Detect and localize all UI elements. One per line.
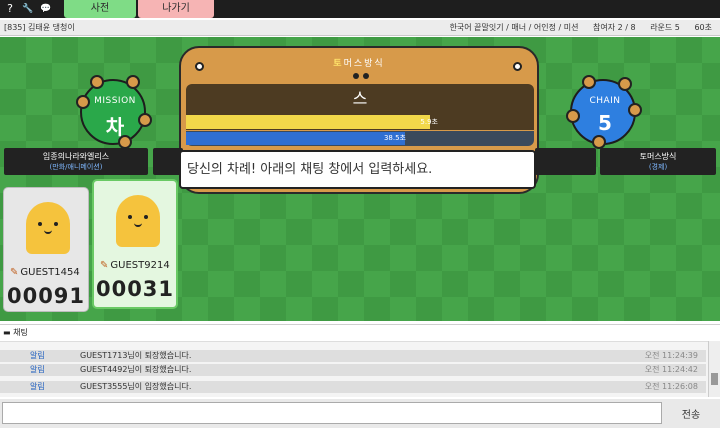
chat-header: ▬ 채팅 <box>0 324 720 340</box>
blob-knob <box>90 75 104 89</box>
last-word: 토머스방식 <box>639 152 677 161</box>
chat-message: GUEST1713님이 퇴장했습니다. <box>80 351 192 360</box>
room-seconds: 60초 <box>694 23 712 32</box>
pencil-icon: ✎ <box>10 267 19 278</box>
chat-log[interactable]: 알림 GUEST1713님이 퇴장했습니다. 오전 11:24:39 알림 GU… <box>0 341 720 397</box>
exit-button[interactable]: 나가기 <box>138 0 214 18</box>
room-players: 참여자 2 / 8 <box>593 23 636 32</box>
send-button[interactable]: 전송 <box>665 402 717 424</box>
chat-input-bar: 전송 <box>0 399 720 428</box>
player-name-row: ✎ GUEST9214 <box>100 260 170 271</box>
blob-knob <box>582 75 596 89</box>
chat-time: 오전 11:24:42 <box>644 365 698 374</box>
avatar-mouth <box>134 223 142 227</box>
current-word: 스 <box>186 84 534 114</box>
avatar-eye <box>128 215 132 219</box>
chain-label: CHAIN <box>589 96 621 106</box>
dictionary-button[interactable]: 사전 <box>64 0 136 18</box>
avatar-mouth <box>44 230 52 234</box>
round-timer-bar: 5.9초 <box>186 114 534 130</box>
room-info-bar: [835] 김태윤 댕청이 한국어 끝말잇기 / 매너 / 어인정 / 미션 참… <box>0 20 720 36</box>
blob-knob <box>126 75 140 89</box>
board-header-rest: 머스방식 <box>343 59 385 69</box>
mission-char: 차 <box>105 115 125 139</box>
chat-sender: 알림 <box>30 365 45 374</box>
player-avatar <box>26 202 70 254</box>
wrench-icon[interactable]: 🔧 <box>20 1 36 17</box>
turn-timer-bar: 38.5초 <box>186 131 534 146</box>
room-details: 한국어 끝말잇기 / 매너 / 어인정 / 미션 참여자 2 / 8 라운드 5… <box>438 20 712 36</box>
game-area: MISSION 차 CHAIN 5 토머스방식 스 5.9초 38.5초 임종의… <box>0 37 720 321</box>
avatar-eye <box>38 222 42 226</box>
player-avatar <box>116 195 160 247</box>
pencil-icon: ✎ <box>100 260 109 271</box>
chat-scrollbar[interactable] <box>708 341 720 397</box>
chat-message: GUEST3555님이 입장했습니다. <box>80 382 192 391</box>
chat-sender: 알림 <box>30 382 45 391</box>
avatar-eye <box>144 215 148 219</box>
board-header-first: 토 <box>333 59 344 69</box>
chain-badge: CHAIN 5 <box>566 75 642 149</box>
blob-knob <box>592 135 606 149</box>
chat-row: 알림 GUEST4492님이 퇴장했습니다. 오전 11:24:42 <box>0 364 706 376</box>
blob-knob <box>618 77 632 91</box>
board-dot <box>353 73 359 79</box>
turn-timer-fill <box>186 132 406 145</box>
top-toolbar: ? 🔧 💬 사전 나가기 <box>0 0 720 18</box>
chat-title: 채팅 <box>13 328 28 337</box>
last-word-box: 토머스방식 (경제) <box>600 148 716 175</box>
player-score: 00031 <box>95 277 175 301</box>
chain-count: 5 <box>598 111 612 135</box>
player-name: GUEST9214 <box>110 260 170 271</box>
last-word-category: (경제) <box>648 163 668 171</box>
previous-word-category: (만화/애니메이션) <box>49 163 103 171</box>
mission-label: MISSION <box>94 96 136 106</box>
board-dot <box>363 73 369 79</box>
chat-time: 오전 11:24:39 <box>644 351 698 360</box>
chat-input[interactable] <box>2 402 662 424</box>
previous-word: 임종의나라와엘리스 <box>42 152 110 161</box>
player-card-active[interactable]: ✎ GUEST9214 00031 <box>92 179 178 309</box>
player-name: GUEST1454 <box>20 267 80 278</box>
turn-timer-label: 38.5초 <box>383 134 406 142</box>
turn-message: 당신의 차례! 아래의 채팅 창에서 입력하세요. <box>179 150 536 189</box>
room-mode: 한국어 끝말잇기 / 매너 / 어인정 / 미션 <box>449 23 579 32</box>
player-name-row: ✎ GUEST1454 <box>10 267 80 278</box>
chat-sender: 알림 <box>30 351 45 360</box>
player-score: 00091 <box>6 284 86 308</box>
round-timer-fill <box>186 115 430 129</box>
chat-message: GUEST4492님이 퇴장했습니다. <box>80 365 192 374</box>
player-card[interactable]: ✎ GUEST1454 00091 <box>3 187 89 312</box>
chat-row: 알림 GUEST1713님이 퇴장했습니다. 오전 11:24:39 <box>0 350 706 362</box>
history-box <box>535 148 596 175</box>
room-round: 라운드 5 <box>650 23 680 32</box>
avatar-eye <box>54 222 58 226</box>
chat-bubble-icon: ▬ <box>3 328 14 337</box>
help-icon[interactable]: ? <box>2 1 18 17</box>
scrollbar-thumb[interactable] <box>711 373 718 385</box>
room-title: [835] 김태윤 댕청이 <box>4 23 75 32</box>
mission-badge: MISSION 차 <box>76 75 152 149</box>
chat-row: 알림 GUEST3555님이 입장했습니다. 오전 11:26:08 <box>0 381 706 393</box>
round-timer-label: 5.9초 <box>420 118 438 126</box>
chat-time: 오전 11:26:08 <box>644 382 698 391</box>
board-header: 토머스방식 <box>181 56 537 69</box>
chat-bubble-icon[interactable]: 💬 <box>38 1 54 17</box>
previous-word-box: 임종의나라와엘리스 (만화/애니메이션) <box>4 148 148 175</box>
